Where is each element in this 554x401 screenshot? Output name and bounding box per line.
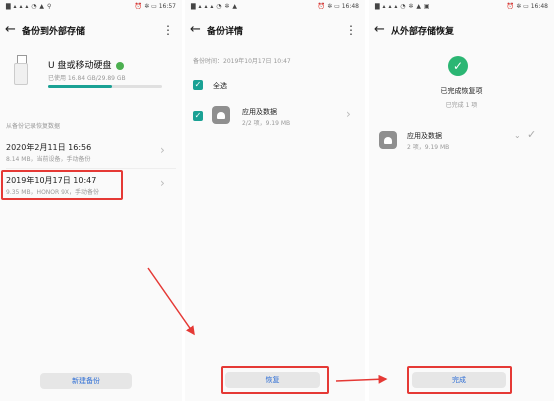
expand-chevron-icon[interactable]: ⌄ [514, 131, 521, 140]
status-icons-left: ▇ ▴ ▴ ▴ ◔ ✲ ▲ [191, 3, 238, 10]
back-arrow-icon[interactable]: ← [374, 20, 385, 40]
more-options-icon[interactable]: ⋮ [162, 22, 174, 38]
status-icons-right: ⏰ ✲ ▭ 16:48 [317, 3, 359, 10]
usb-drive-icon [14, 55, 28, 85]
back-arrow-icon[interactable]: ← [190, 20, 201, 40]
status-icons-right: ⏰ ✲ ▭ 16:48 [506, 3, 548, 10]
highlight-annotation [221, 366, 329, 394]
status-icons-left: ▇ ▴ ▴ ▴ ◔ ✲ ▲ ▣ [375, 3, 431, 10]
completed-check-icon: ✓ [527, 128, 537, 141]
done-title: 已完成恢复项 [440, 87, 483, 95]
connected-badge-icon [116, 61, 125, 70]
android-icon [379, 131, 397, 149]
backup-record-row[interactable]: 2020年2月11日 16:56 8.14 MB，当前设备，手动备份 › [0, 137, 182, 167]
item-title: 应用及数据 [242, 108, 277, 116]
item-checkbox[interactable]: ✓ [193, 111, 203, 121]
success-check-icon: ✓ [448, 56, 468, 76]
page-title: 备份详情 [207, 27, 244, 37]
highlight-annotation [407, 366, 512, 394]
android-icon [212, 106, 230, 124]
status-bar: ▇ ▴ ▴ ▴ ◔ ▲ ⚲ ⏰ ✲ ▭ 16:57 [6, 3, 176, 13]
status-bar: ▇ ▴ ▴ ▴ ◔ ✲ ▲ ⏰ ✲ ▭ 16:48 [191, 3, 359, 13]
item-detail: 2/2 项，9.19 MB [242, 120, 291, 127]
chevron-right-icon: › [160, 143, 165, 157]
storage-progress-fill [48, 85, 112, 88]
page-title: 从外部存储恢复 [391, 27, 455, 37]
backup-details-screen: ▇ ▴ ▴ ▴ ◔ ✲ ▲ ⏰ ✲ ▭ 16:48 ← 备份详情 ⋮ 备份时间：… [185, 0, 365, 401]
status-icons-left: ▇ ▴ ▴ ▴ ◔ ▲ ⚲ [6, 3, 52, 10]
highlight-annotation [1, 170, 123, 200]
backup-to-external-screen: ▇ ▴ ▴ ▴ ◔ ▲ ⚲ ⏰ ✲ ▭ 16:57 ← 备份到外部存储 ⋮ U … [0, 0, 182, 401]
restore-from-external-screen: ▇ ▴ ▴ ▴ ◔ ✲ ▲ ▣ ⏰ ✲ ▭ 16:48 ← 从外部存储恢复 ✓ … [369, 0, 554, 401]
storage-progress-bar [48, 85, 162, 88]
new-backup-button[interactable]: 新建备份 [40, 373, 132, 389]
divider [6, 168, 176, 169]
select-all-checkbox[interactable]: ✓ [193, 80, 203, 90]
more-options-icon[interactable]: ⋮ [345, 22, 357, 38]
record-title: 2020年2月11日 16:56 [6, 143, 92, 152]
record-detail: 8.14 MB，当前设备，手动备份 [6, 156, 91, 163]
backup-time: 备份时间：2019年10月17日 10:47 [193, 58, 291, 65]
status-icons-right: ⏰ ✲ ▭ 16:57 [134, 3, 176, 10]
page-title: 备份到外部存储 [22, 27, 86, 37]
chevron-right-icon[interactable]: › [346, 107, 351, 121]
status-bar: ▇ ▴ ▴ ▴ ◔ ✲ ▲ ▣ ⏰ ✲ ▭ 16:48 [375, 3, 548, 13]
storage-usage-text: 已使用 16.84 GB/29.89 GB [48, 75, 126, 82]
device-name: U 盘或移动硬盘 [48, 61, 112, 71]
chevron-right-icon: › [160, 176, 165, 190]
section-header: 从备份记录恢复数据 [6, 123, 61, 130]
select-all-label: 全选 [213, 82, 227, 90]
done-count: 已完成 1 项 [445, 102, 478, 109]
item-title: 应用及数据 [407, 132, 442, 140]
item-detail: 2 项，9.19 MB [407, 144, 450, 151]
back-arrow-icon[interactable]: ← [5, 20, 16, 40]
